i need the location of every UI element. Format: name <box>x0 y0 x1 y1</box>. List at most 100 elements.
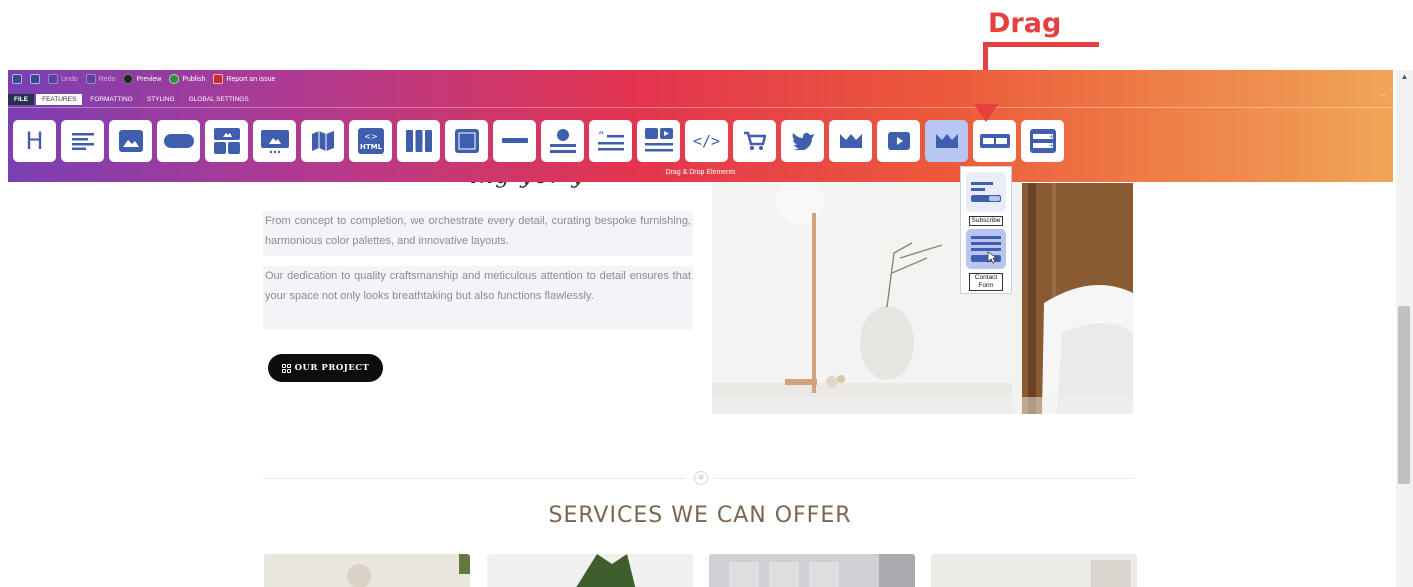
box-element[interactable] <box>445 120 488 162</box>
drag-drop-elements-label: Drag & Drop Elements <box>665 169 736 176</box>
preview-icon <box>123 74 134 84</box>
dedication-paragraph: Our dedication to quality craftsmanship … <box>263 266 693 329</box>
collapse-toolbar-icon[interactable]: ︿ <box>1379 88 1387 99</box>
drag-arrow-line <box>983 42 1099 47</box>
svg-text:HTML: HTML <box>359 143 382 151</box>
text-icon <box>71 133 94 150</box>
redo-button[interactable]: Redo <box>85 74 115 84</box>
preview-button[interactable]: Preview <box>123 74 161 84</box>
image-element[interactable] <box>109 120 152 162</box>
app-logo-icon <box>12 74 22 84</box>
map-icon <box>311 131 334 151</box>
box-icon <box>454 129 479 153</box>
video-element[interactable] <box>877 120 920 162</box>
form-element[interactable]: + + <box>1021 120 1064 162</box>
button-element[interactable] <box>157 120 200 162</box>
quote-element[interactable]: “ <box>589 120 632 162</box>
section-divider-right <box>713 478 1135 479</box>
ribbon-tabs: FILE FEATURES FORMATTING STYLING GLOBAL … <box>8 92 255 106</box>
scroll-up-arrow-icon[interactable]: ▲ <box>1396 72 1413 84</box>
button-icon <box>163 134 194 148</box>
code-icon: </> <box>692 132 721 150</box>
publish-icon <box>169 74 180 84</box>
editor-window: Drag ing yor y From concept to completio… <box>0 0 1413 587</box>
editor-toolbar: Undo Redo Preview Publish Report an issu… <box>8 70 1393 182</box>
drag-arrow-head-icon <box>974 104 998 122</box>
cart-icon <box>743 131 766 150</box>
undo-button[interactable]: Undo <box>48 74 78 84</box>
gallery-icon <box>213 128 240 154</box>
code-element[interactable]: </> <box>685 120 728 162</box>
tab-file[interactable]: FILE <box>8 93 35 105</box>
testimonial-icon <box>549 129 576 153</box>
crown-icon-selected <box>935 134 958 148</box>
our-project-button[interactable]: OUR PROJECT <box>268 354 383 382</box>
bedroom-photo <box>712 183 1133 414</box>
save-icon[interactable] <box>30 74 40 84</box>
report-issue-button[interactable]: Report an issue <box>213 74 275 84</box>
service-card[interactable] <box>264 554 470 587</box>
section-divider-left <box>263 478 685 479</box>
divider-icon <box>501 138 528 143</box>
heading-element[interactable]: H <box>13 120 56 162</box>
contact-form-label: Contact Form <box>969 273 1003 291</box>
gallery-element[interactable] <box>205 120 248 162</box>
svg-text:+: + <box>1049 143 1054 150</box>
image-icon <box>118 130 143 152</box>
tab-formatting[interactable]: FORMATTING <box>84 94 139 105</box>
contact-form-icon <box>971 236 1001 264</box>
contact-form-thumbnail[interactable] <box>966 229 1006 269</box>
svg-text:+: + <box>1049 134 1054 141</box>
services-title: SERVICES WE CAN OFFER <box>548 503 852 528</box>
tab-styling[interactable]: STYLING <box>141 94 181 105</box>
html-element[interactable]: <> HTML <box>349 120 392 162</box>
forms-element-selected[interactable] <box>925 120 968 162</box>
form-icon: ++ <box>1029 129 1056 153</box>
quote-icon: “ <box>597 130 624 151</box>
video-icon <box>887 132 910 150</box>
forms-dropdown: Subscribe Contact Form <box>960 166 1012 294</box>
svg-text:<>: <> <box>364 132 377 141</box>
cart-element[interactable] <box>733 120 776 162</box>
crown-icon <box>839 134 862 148</box>
redo-icon <box>85 74 96 84</box>
elements-palette: H <> HTML “ </> + + <box>13 120 1064 162</box>
divider-ornament-icon: ✻ <box>694 471 708 485</box>
twitter-icon <box>791 132 814 150</box>
carousel-icon <box>260 130 289 154</box>
svg-text:“: “ <box>598 130 604 143</box>
service-card[interactable] <box>931 554 1137 587</box>
divider-element[interactable] <box>493 120 536 162</box>
double-button-icon <box>979 134 1010 148</box>
subscribe-item[interactable]: Subscribe <box>965 172 1007 226</box>
intro-paragraph: From concept to completion, we orchestra… <box>263 211 693 256</box>
page-scrollbar[interactable]: ▲ <box>1396 70 1413 587</box>
text-element[interactable] <box>61 120 104 162</box>
scrollbar-thumb[interactable] <box>1398 306 1410 484</box>
publish-button[interactable]: Publish <box>169 74 205 84</box>
heading-icon: H <box>25 127 44 155</box>
report-icon <box>213 74 224 84</box>
columns-icon <box>405 130 432 152</box>
tab-features[interactable]: FEATURES <box>36 93 83 105</box>
media-text-element[interactable] <box>637 120 680 162</box>
map-element[interactable] <box>301 120 344 162</box>
grid-icon <box>281 363 291 373</box>
subscribe-thumbnail[interactable] <box>966 172 1006 212</box>
service-card[interactable] <box>487 554 693 587</box>
tab-global-settings[interactable]: GLOBAL SETTINGS <box>183 94 255 105</box>
carousel-element[interactable] <box>253 120 296 162</box>
drag-annotation-label: Drag <box>988 8 1062 39</box>
contact-form-item[interactable]: Contact Form <box>965 229 1007 291</box>
service-card[interactable] <box>709 554 915 587</box>
double-button-element[interactable] <box>973 120 1016 162</box>
crown-element[interactable] <box>829 120 872 162</box>
media-text-icon <box>644 128 673 152</box>
undo-icon <box>48 74 58 84</box>
our-project-label: OUR PROJECT <box>294 363 370 373</box>
html-icon: <> HTML <box>357 128 384 154</box>
columns-element[interactable] <box>397 120 440 162</box>
twitter-element[interactable] <box>781 120 824 162</box>
subscribe-icon <box>971 182 1001 202</box>
testimonial-element[interactable] <box>541 120 584 162</box>
